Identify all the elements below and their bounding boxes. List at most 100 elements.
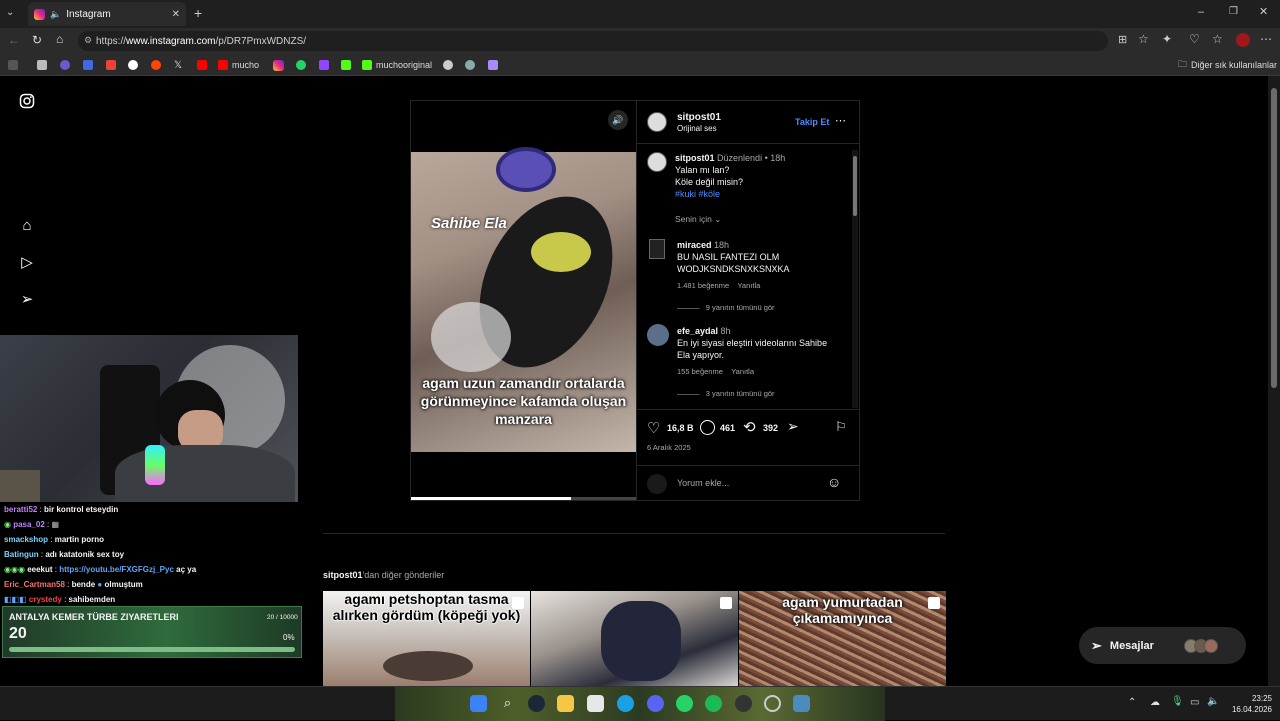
discord-icon[interactable]	[647, 695, 664, 712]
bookmark-icon[interactable]	[488, 60, 498, 70]
save-bookmark-icon[interactable]: ⚐	[835, 419, 847, 435]
commenter-avatar[interactable]	[649, 239, 665, 259]
emoji-icon[interactable]: ☺	[827, 474, 841, 490]
page-scrollbar[interactable]	[1268, 76, 1280, 686]
microphone-icon[interactable]: 🎙	[1171, 696, 1184, 707]
reel-video[interactable]: 🔊 Sahibe Ela agam uzun zamandır ortalard…	[411, 101, 636, 500]
url-input[interactable]: ⚙ https://www.instagram.com/p/DR7PmxWDNZ…	[78, 31, 1108, 51]
store-icon[interactable]	[587, 695, 604, 712]
gmail-icon[interactable]	[106, 60, 116, 70]
view-replies[interactable]: ――― 3 yanıtın tümünü gör	[677, 389, 775, 398]
bookmark-icon[interactable]	[8, 60, 18, 70]
instagram-logo-icon[interactable]	[18, 92, 36, 110]
repost-icon[interactable]: ⟲	[743, 418, 756, 436]
post-thumbnail[interactable]: agamı petshoptan tasma alırken gördüm (k…	[323, 591, 530, 686]
network-icon[interactable]: ▭	[1190, 697, 1199, 708]
caption-avatar[interactable]	[647, 152, 667, 177]
search-icon[interactable]: ⌕	[499, 695, 516, 712]
bookmark-icon[interactable]	[60, 60, 70, 70]
tab-instagram[interactable]: 🔈 Instagram ✕	[28, 2, 186, 26]
more-options-icon[interactable]: ⋯	[835, 114, 846, 127]
refresh-icon[interactable]: ↻	[32, 33, 42, 47]
volume-icon[interactable]: 🔈	[1207, 696, 1219, 707]
reply-button[interactable]: Yanıtla	[731, 367, 754, 376]
reply-button[interactable]: Yanıtla	[737, 281, 760, 290]
start-icon[interactable]	[470, 695, 487, 712]
app-icon[interactable]	[764, 695, 781, 712]
commenter-avatar[interactable]	[647, 324, 669, 346]
comment-input[interactable]: Yorum ekle...	[677, 478, 817, 488]
youtube-icon[interactable]	[197, 60, 207, 70]
other-bookmarks[interactable]: 🗀 Diğer sık kullanılanlar	[1178, 59, 1277, 71]
spotify-icon[interactable]	[705, 695, 722, 712]
tab-list-chevron-icon[interactable]: ⌄	[6, 7, 14, 18]
audio-label[interactable]: Orijinal ses	[677, 124, 717, 133]
post-thumbnail[interactable]: agam yumurtadan çıkamamıyınca	[739, 591, 946, 686]
close-window-icon[interactable]: ✕	[1259, 5, 1268, 18]
share-icon[interactable]: ➢	[787, 418, 799, 435]
minimize-icon[interactable]: –	[1198, 6, 1204, 18]
reels-nav-icon[interactable]: ▷	[18, 253, 36, 271]
menu-dots-icon[interactable]: ⋯	[1260, 32, 1272, 46]
author-username[interactable]: sitpost01	[677, 112, 721, 123]
app-icon[interactable]: ⊞	[1118, 33, 1127, 46]
chat-link[interactable]: https://youtu.be/FXGFGzj_Pyc	[59, 565, 174, 574]
speaker-icon[interactable]: 🔈	[50, 9, 61, 20]
comment-username[interactable]: miraced	[677, 240, 712, 250]
volume-icon[interactable]: 🔊	[608, 110, 628, 130]
comment-likes[interactable]: 1.481 beğenme	[677, 281, 729, 290]
bookmark-icon[interactable]	[465, 60, 475, 70]
bookmark-mucho[interactable]: mucho	[218, 59, 259, 71]
view-replies[interactable]: ――― 9 yanıtın tümünü gör	[677, 303, 775, 312]
x-icon[interactable]: 𝕏	[174, 60, 182, 71]
like-count[interactable]: 16,8 B	[667, 423, 694, 433]
follow-button[interactable]: Takip Et	[795, 117, 829, 127]
instagram-icon[interactable]	[273, 59, 284, 71]
direct-nav-icon[interactable]: ➢	[18, 290, 36, 308]
video-progress-bar[interactable]	[411, 497, 636, 500]
google-icon[interactable]	[128, 60, 138, 70]
favorite-star-icon[interactable]: ☆	[1138, 32, 1149, 46]
whatsapp-icon[interactable]	[296, 60, 306, 70]
cloud-icon[interactable]: ☁	[1150, 697, 1160, 708]
sort-dropdown[interactable]: Senin için ⌄	[675, 214, 721, 225]
author-avatar[interactable]	[647, 112, 667, 132]
restore-icon[interactable]: ❐	[1229, 6, 1238, 17]
reddit-icon[interactable]	[151, 60, 161, 70]
back-icon[interactable]: ←	[8, 33, 20, 47]
close-tab-icon[interactable]: ✕	[172, 9, 180, 20]
extensions-icon[interactable]: ✦	[1162, 32, 1172, 46]
comment-icon[interactable]	[700, 420, 715, 435]
taskbar-clock[interactable]: 23:25 16.04.2026	[1222, 693, 1272, 715]
home-icon[interactable]: ⌂	[56, 32, 63, 46]
obs-icon[interactable]	[735, 695, 752, 712]
site-info-icon[interactable]: ⚙	[84, 35, 92, 46]
scrollbar-thumb[interactable]	[1271, 88, 1277, 388]
home-nav-icon[interactable]: ⌂	[18, 216, 36, 234]
more-posts-username[interactable]: sitpost01	[323, 570, 363, 580]
caption-username[interactable]: sitpost01	[675, 153, 715, 163]
profile-avatar[interactable]	[1236, 33, 1250, 47]
comment-username[interactable]: efe_aydal	[677, 326, 718, 336]
browser-essentials-icon[interactable]: ♡	[1189, 32, 1200, 46]
bookmark-icon[interactable]	[83, 60, 93, 70]
kick-icon[interactable]	[341, 60, 351, 70]
app-icon[interactable]	[793, 695, 810, 712]
edge-icon[interactable]	[617, 695, 634, 712]
steam-icon[interactable]	[528, 695, 545, 712]
whatsapp-icon[interactable]	[676, 695, 693, 712]
bookmark-icon[interactable]	[37, 60, 47, 70]
chevron-up-icon[interactable]: ⌃	[1128, 697, 1136, 708]
twitch-icon[interactable]	[319, 60, 329, 70]
comment-likes[interactable]: 155 beğenme	[677, 367, 723, 376]
post-thumbnail[interactable]	[531, 591, 738, 686]
comments-scrollbar[interactable]	[852, 150, 858, 408]
bookmark-icon[interactable]	[443, 60, 453, 70]
file-explorer-icon[interactable]	[557, 695, 574, 712]
caption-hashtags[interactable]: #kuki #köle	[675, 189, 720, 199]
messages-button[interactable]: ➢ Mesajlar	[1079, 627, 1246, 664]
comments-list[interactable]: sitpost01 Düzenlendi • 18h Yalan mı lan?…	[637, 143, 859, 409]
bookmark-muchooriginal[interactable]: muchooriginal	[362, 59, 432, 71]
like-icon[interactable]: ♡	[647, 419, 660, 437]
comments-scrollbar-thumb[interactable]	[853, 156, 857, 216]
